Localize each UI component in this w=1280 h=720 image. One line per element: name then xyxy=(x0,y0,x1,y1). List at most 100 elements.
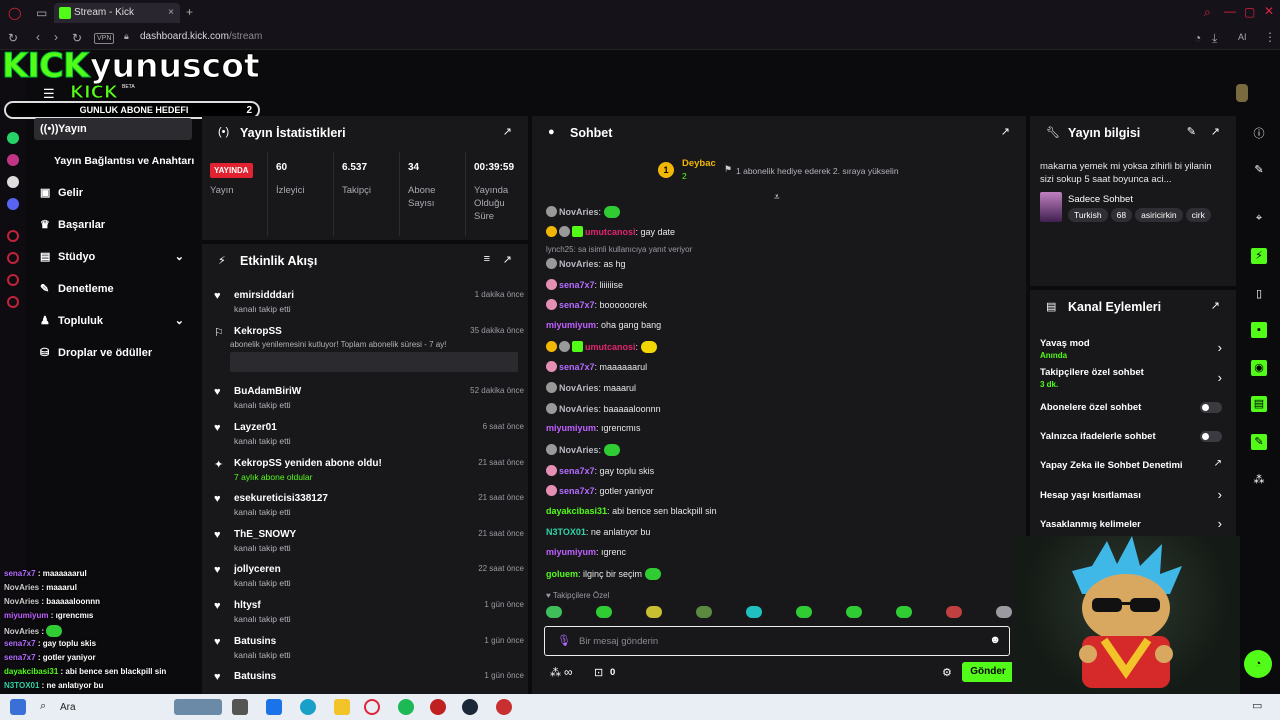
subs-chat-toggle[interactable] xyxy=(1200,402,1222,413)
sidebar-item-topluluk[interactable]: ♟ Topluluk ⌄ xyxy=(40,310,200,332)
emote-icon[interactable] xyxy=(996,606,1012,618)
spotify-icon[interactable] xyxy=(398,699,414,715)
tag-chip[interactable]: cirk xyxy=(1185,208,1211,222)
refresh-icon[interactable]: ↻ xyxy=(72,31,82,45)
windows-start-icon[interactable] xyxy=(10,699,26,715)
new-tab-icon[interactable]: + xyxy=(186,5,193,19)
popout-icon[interactable]: ↗ xyxy=(1211,125,1220,138)
profile-icon[interactable]: ◔ xyxy=(1194,31,1201,45)
support-chat-icon[interactable]: ◔ xyxy=(1244,650,1272,678)
back-icon[interactable]: ‹ xyxy=(36,30,40,44)
close-window-icon[interactable]: ✕ xyxy=(1264,4,1274,18)
document-icon[interactable]: ▯ xyxy=(1251,286,1267,302)
history-icon[interactable] xyxy=(7,230,19,242)
hamburger-menu-icon[interactable]: ☰ xyxy=(43,86,55,102)
gift-leaderboard[interactable]: 1 Deybac 2 ⚑ 1 abonelik hediye ederek 2.… xyxy=(658,158,928,182)
pin-icon[interactable] xyxy=(7,274,19,286)
banned-words-setting[interactable]: Yasaklanmış kelimeler xyxy=(1040,519,1220,530)
notification-icon[interactable]: ▭ xyxy=(1252,699,1262,712)
emote-icon[interactable] xyxy=(646,606,662,618)
emote-icon[interactable] xyxy=(696,606,712,618)
minimize-icon[interactable]: — xyxy=(1224,4,1236,18)
gift-box-icon[interactable]: ⊡ xyxy=(594,666,603,679)
send-button[interactable]: Gönder xyxy=(962,662,1014,682)
popout-icon[interactable]: ↗ xyxy=(503,125,512,138)
target-icon[interactable]: ⌖ xyxy=(1251,210,1267,226)
filter-icon[interactable]: ≡ xyxy=(484,253,490,265)
sidebar-item-yayin[interactable]: ((•))Yayın xyxy=(34,118,192,140)
community-icon[interactable]: ⁂ xyxy=(550,666,561,679)
popout-icon[interactable]: ↗ xyxy=(503,253,512,266)
sidebar-item-denetleme[interactable]: ✎ Denetleme xyxy=(40,278,200,300)
emote-icon[interactable] xyxy=(896,606,912,618)
sidebar-item-gelir[interactable]: ▣ Gelir xyxy=(40,182,200,204)
clock-icon[interactable] xyxy=(7,252,19,264)
edit-icon[interactable]: ✎ xyxy=(1187,125,1196,138)
steam-icon[interactable] xyxy=(462,699,478,715)
settings-gear-icon[interactable] xyxy=(7,296,19,308)
chevron-right-icon[interactable]: › xyxy=(1218,487,1222,502)
outlook-icon[interactable] xyxy=(266,699,282,715)
tag-chip[interactable]: Turkish xyxy=(1068,208,1108,222)
slow-mode-setting[interactable]: Yavaş mod Anında xyxy=(1040,338,1220,360)
url-text[interactable]: dashboard.kick.com/stream xyxy=(140,31,262,42)
x-twitter-icon[interactable] xyxy=(7,176,19,188)
popout-icon[interactable]: ↗ xyxy=(1001,125,1010,138)
chevron-right-icon[interactable]: › xyxy=(1218,370,1222,385)
external-link-icon[interactable]: ↗ xyxy=(1214,458,1222,469)
collapse-icon[interactable]: ⩡ xyxy=(774,192,780,203)
maximize-icon[interactable]: ▢ xyxy=(1244,5,1255,19)
community-icon[interactable]: ⁂ xyxy=(1251,472,1267,488)
popout-icon[interactable]: ↗ xyxy=(1211,299,1220,312)
broadcast-icon[interactable]: ◉ xyxy=(1251,360,1267,376)
search-icon[interactable]: ⌕ xyxy=(1204,5,1211,20)
tag-chip[interactable]: 68 xyxy=(1110,208,1133,222)
avatar[interactable] xyxy=(1236,84,1248,102)
actions-icon[interactable]: ▤ xyxy=(1251,396,1267,412)
emoji-icon[interactable]: ☻ xyxy=(989,634,1001,646)
infinity-icon[interactable]: ∞ xyxy=(564,665,573,679)
emote-icon[interactable] xyxy=(546,606,562,618)
sidebar-item-basarilar[interactable]: ♛ Başarılar xyxy=(40,214,200,236)
taskbar-search-label[interactable]: Ara xyxy=(60,702,76,713)
emote-chat-toggle[interactable] xyxy=(1200,431,1222,442)
lightning-icon[interactable]: ⚡︎ xyxy=(1251,248,1267,264)
emote-icon[interactable] xyxy=(596,606,612,618)
app-icon[interactable] xyxy=(430,699,446,715)
chat-input[interactable]: 🎙︎ Bir mesaj gönderin ☻ xyxy=(544,626,1010,656)
menu-dots-icon[interactable]: ⋮ xyxy=(1264,30,1276,44)
tag-chip[interactable]: asiricirkin xyxy=(1135,208,1183,222)
ai-label[interactable]: AI xyxy=(1238,32,1247,42)
tab-close-icon[interactable]: × xyxy=(168,3,174,23)
emote-icon[interactable] xyxy=(846,606,862,618)
edit-icon[interactable]: ✎ xyxy=(1251,162,1267,178)
sidebar-item-studyo[interactable]: ▤ Stüdyo ⌄ xyxy=(40,246,200,268)
taskbar-search-icon[interactable]: ⌕ xyxy=(40,700,46,713)
emote-icon[interactable] xyxy=(946,606,962,618)
sidebar-item-droplar[interactable]: ⛁ Droplar ve ödüller xyxy=(40,342,200,364)
sidebar-item-stream-key[interactable]: Yayın Bağlantısı ve Anahtarı xyxy=(54,150,214,172)
chevron-right-icon[interactable]: › xyxy=(1218,340,1222,355)
opera-logo-icon[interactable]: ◯ xyxy=(8,6,21,20)
reload-icon[interactable]: ↻ xyxy=(8,31,18,45)
emote-icon[interactable] xyxy=(746,606,762,618)
emote-icon[interactable] xyxy=(796,606,812,618)
forward-icon[interactable]: › xyxy=(54,30,58,44)
vpn-badge[interactable]: VPN xyxy=(94,33,115,44)
media-app-icon[interactable] xyxy=(496,699,512,715)
whatsapp-icon[interactable] xyxy=(7,132,19,144)
chevron-right-icon[interactable]: › xyxy=(1218,516,1222,531)
microphone-icon[interactable]: 🎙︎ xyxy=(557,634,571,647)
chat-settings-icon[interactable]: ⚙ xyxy=(942,666,952,679)
task-view-icon[interactable] xyxy=(232,699,248,715)
ai-moderation-setting[interactable]: Yapay Zeka ile Sohbet Denetimi xyxy=(1040,460,1220,471)
download-icon[interactable]: ⤓ xyxy=(1212,31,1217,46)
instagram-icon[interactable] xyxy=(7,154,19,166)
edge-icon[interactable] xyxy=(300,699,316,715)
discord-icon[interactable] xyxy=(7,198,19,210)
wrench-icon[interactable]: ✎ xyxy=(1251,434,1267,450)
account-age-setting[interactable]: Hesap yaşı kısıtlaması xyxy=(1040,490,1220,501)
tab-menu-icon[interactable]: ▭ xyxy=(36,6,47,20)
category-name[interactable]: Sadece Sohbet xyxy=(1068,194,1133,205)
opera-icon[interactable] xyxy=(364,699,380,715)
